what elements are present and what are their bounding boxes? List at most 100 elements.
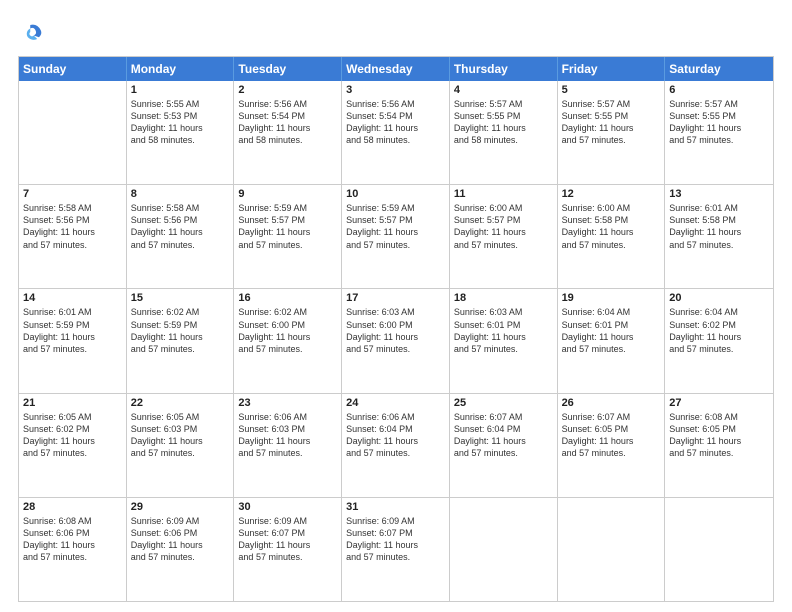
day-header-tuesday: Tuesday [234, 57, 342, 81]
day-info: Sunrise: 5:55 AMSunset: 5:53 PMDaylight:… [131, 98, 230, 147]
day-info: Sunrise: 6:00 AMSunset: 5:57 PMDaylight:… [454, 202, 553, 251]
day-info: Sunrise: 6:02 AMSunset: 5:59 PMDaylight:… [131, 306, 230, 355]
day-number: 8 [131, 188, 230, 200]
calendar-header-row: SundayMondayTuesdayWednesdayThursdayFrid… [19, 57, 773, 81]
calendar-cell: 12 Sunrise: 6:00 AMSunset: 5:58 PMDayligh… [558, 185, 666, 288]
page: SundayMondayTuesdayWednesdayThursdayFrid… [0, 0, 792, 612]
calendar-cell: 4Sunrise: 5:57 AMSunset: 5:55 PMDaylight… [450, 81, 558, 184]
day-number: 18 [454, 292, 553, 304]
day-info: Sunrise: 6:03 AMSunset: 6:01 PMDaylight:… [454, 306, 553, 355]
calendar-cell: 3 Sunrise: 5:56 AMSunset: 5:54 PMDaylight… [342, 81, 450, 184]
day-info: Sunrise: 6:09 AMSunset: 6:07 PMDaylight:… [346, 515, 445, 564]
calendar-cell: 22 Sunrise: 6:05 AMSunset: 6:03 PMDayligh… [127, 394, 235, 497]
calendar-cell: 7Sunrise: 5:58 AMSunset: 5:56 PMDaylight… [19, 185, 127, 288]
day-number: 2 [238, 84, 337, 96]
day-number: 23 [238, 397, 337, 409]
day-info: Sunrise: 6:05 AMSunset: 6:03 PMDaylight:… [131, 411, 230, 460]
day-header-sunday: Sunday [19, 57, 127, 81]
day-number: 26 [562, 397, 661, 409]
calendar-week-1: 1Sunrise: 5:55 AMSunset: 5:53 PMDaylight… [19, 81, 773, 184]
day-info: Sunrise: 6:09 AMSunset: 6:07 PMDaylight:… [238, 515, 337, 564]
day-info: Sunrise: 6:06 AMSunset: 6:03 PMDaylight:… [238, 411, 337, 460]
day-number: 12 [562, 188, 661, 200]
logo [18, 18, 50, 46]
calendar-cell: 13 Sunrise: 6:01 AMSunset: 5:58 PMDayligh… [665, 185, 773, 288]
logo-icon [18, 18, 46, 46]
day-info: Sunrise: 6:09 AMSunset: 6:06 PMDaylight:… [131, 515, 230, 564]
calendar-cell: 10 Sunrise: 5:59 AMSunset: 5:57 PMDayligh… [342, 185, 450, 288]
day-number: 5 [562, 84, 661, 96]
day-number: 20 [669, 292, 769, 304]
day-info: Sunrise: 5:56 AMSunset: 5:54 PMDaylight:… [346, 98, 445, 147]
calendar-cell: 14 Sunrise: 6:01 AMSunset: 5:59 PMDayligh… [19, 289, 127, 392]
calendar-cell [665, 498, 773, 601]
calendar-cell: 16 Sunrise: 6:02 AMSunset: 6:00 PMDayligh… [234, 289, 342, 392]
calendar-cell: 11 Sunrise: 6:00 AMSunset: 5:57 PMDayligh… [450, 185, 558, 288]
day-number: 25 [454, 397, 553, 409]
day-info: Sunrise: 5:56 AMSunset: 5:54 PMDaylight:… [238, 98, 337, 147]
calendar-cell: 1Sunrise: 5:55 AMSunset: 5:53 PMDaylight… [127, 81, 235, 184]
calendar-week-2: 7 Sunrise: 5:58 AMSunset: 5:56 PMDaylight… [19, 184, 773, 288]
calendar-cell: 31 Sunrise: 6:09 AMSunset: 6:07 PMDayligh… [342, 498, 450, 601]
day-number: 10 [346, 188, 445, 200]
day-number: 27 [669, 397, 769, 409]
day-number: 28 [23, 501, 122, 513]
calendar-cell: 8 Sunrise: 5:58 AMSunset: 5:56 PMDaylight… [127, 185, 235, 288]
day-header-thursday: Thursday [450, 57, 558, 81]
day-info: Sunrise: 6:06 AMSunset: 6:04 PMDaylight:… [346, 411, 445, 460]
calendar-cell: 19Sunrise: 6:04 AMSunset: 6:01 PMDayligh… [558, 289, 666, 392]
calendar-week-3: 14 Sunrise: 6:01 AMSunset: 5:59 PMDayligh… [19, 288, 773, 392]
calendar-cell: 2 Sunrise: 5:56 AMSunset: 5:54 PMDaylight… [234, 81, 342, 184]
day-info: Sunrise: 5:57 AMSunset: 5:55 PMDaylight:… [669, 98, 769, 147]
day-info: Sunrise: 5:59 AMSunset: 5:57 PMDaylight:… [238, 202, 337, 251]
day-info: Sunrise: 6:08 AMSunset: 6:05 PMDaylight:… [669, 411, 769, 460]
day-header-monday: Monday [127, 57, 235, 81]
day-number: 11 [454, 188, 553, 200]
calendar-cell: 17 Sunrise: 6:03 AMSunset: 6:00 PMDayligh… [342, 289, 450, 392]
calendar-body: 1Sunrise: 5:55 AMSunset: 5:53 PMDaylight… [19, 81, 773, 601]
calendar-cell: 9 Sunrise: 5:59 AMSunset: 5:57 PMDaylight… [234, 185, 342, 288]
calendar-cell: 25 Sunrise: 6:07 AMSunset: 6:04 PMDayligh… [450, 394, 558, 497]
day-number: 22 [131, 397, 230, 409]
calendar-cell: 21 Sunrise: 6:05 AMSunset: 6:02 PMDayligh… [19, 394, 127, 497]
calendar-cell: 27 Sunrise: 6:08 AMSunset: 6:05 PMDayligh… [665, 394, 773, 497]
day-number: 14 [23, 292, 122, 304]
day-number: 24 [346, 397, 445, 409]
day-info: Sunrise: 6:07 AMSunset: 6:04 PMDaylight:… [454, 411, 553, 460]
calendar: SundayMondayTuesdayWednesdayThursdayFrid… [18, 56, 774, 602]
day-info: Sunrise: 6:07 AMSunset: 6:05 PMDaylight:… [562, 411, 661, 460]
day-info: Sunrise: 6:05 AMSunset: 6:02 PMDaylight:… [23, 411, 122, 460]
calendar-week-5: 28Sunrise: 6:08 AMSunset: 6:06 PMDayligh… [19, 497, 773, 601]
calendar-cell: 18 Sunrise: 6:03 AMSunset: 6:01 PMDayligh… [450, 289, 558, 392]
day-number: 29 [131, 501, 230, 513]
calendar-cell: 28Sunrise: 6:08 AMSunset: 6:06 PMDayligh… [19, 498, 127, 601]
calendar-cell: 26 Sunrise: 6:07 AMSunset: 6:05 PMDayligh… [558, 394, 666, 497]
day-info: Sunrise: 6:02 AMSunset: 6:00 PMDaylight:… [238, 306, 337, 355]
day-number: 17 [346, 292, 445, 304]
day-info: Sunrise: 5:59 AMSunset: 5:57 PMDaylight:… [346, 202, 445, 251]
day-number: 15 [131, 292, 230, 304]
calendar-cell: 29 Sunrise: 6:09 AMSunset: 6:06 PMDayligh… [127, 498, 235, 601]
day-number: 13 [669, 188, 769, 200]
day-number: 19 [562, 292, 661, 304]
calendar-cell: 20Sunrise: 6:04 AMSunset: 6:02 PMDayligh… [665, 289, 773, 392]
day-number: 6 [669, 84, 769, 96]
day-info: Sunrise: 6:00 AMSunset: 5:58 PMDaylight:… [562, 202, 661, 251]
header [18, 18, 774, 46]
calendar-cell [450, 498, 558, 601]
day-info: Sunrise: 6:01 AMSunset: 5:59 PMDaylight:… [23, 306, 122, 355]
calendar-week-4: 21 Sunrise: 6:05 AMSunset: 6:02 PMDayligh… [19, 393, 773, 497]
day-info: Sunrise: 5:57 AMSunset: 5:55 PMDaylight:… [454, 98, 553, 147]
day-header-saturday: Saturday [665, 57, 773, 81]
calendar-cell: 24 Sunrise: 6:06 AMSunset: 6:04 PMDayligh… [342, 394, 450, 497]
day-number: 3 [346, 84, 445, 96]
day-info: Sunrise: 6:03 AMSunset: 6:00 PMDaylight:… [346, 306, 445, 355]
day-info: Sunrise: 6:01 AMSunset: 5:58 PMDaylight:… [669, 202, 769, 251]
day-number: 31 [346, 501, 445, 513]
day-number: 21 [23, 397, 122, 409]
day-number: 16 [238, 292, 337, 304]
day-info: Sunrise: 5:58 AMSunset: 5:56 PMDaylight:… [131, 202, 230, 251]
day-number: 7 [23, 188, 122, 200]
calendar-cell: 5Sunrise: 5:57 AMSunset: 5:55 PMDaylight… [558, 81, 666, 184]
day-number: 9 [238, 188, 337, 200]
